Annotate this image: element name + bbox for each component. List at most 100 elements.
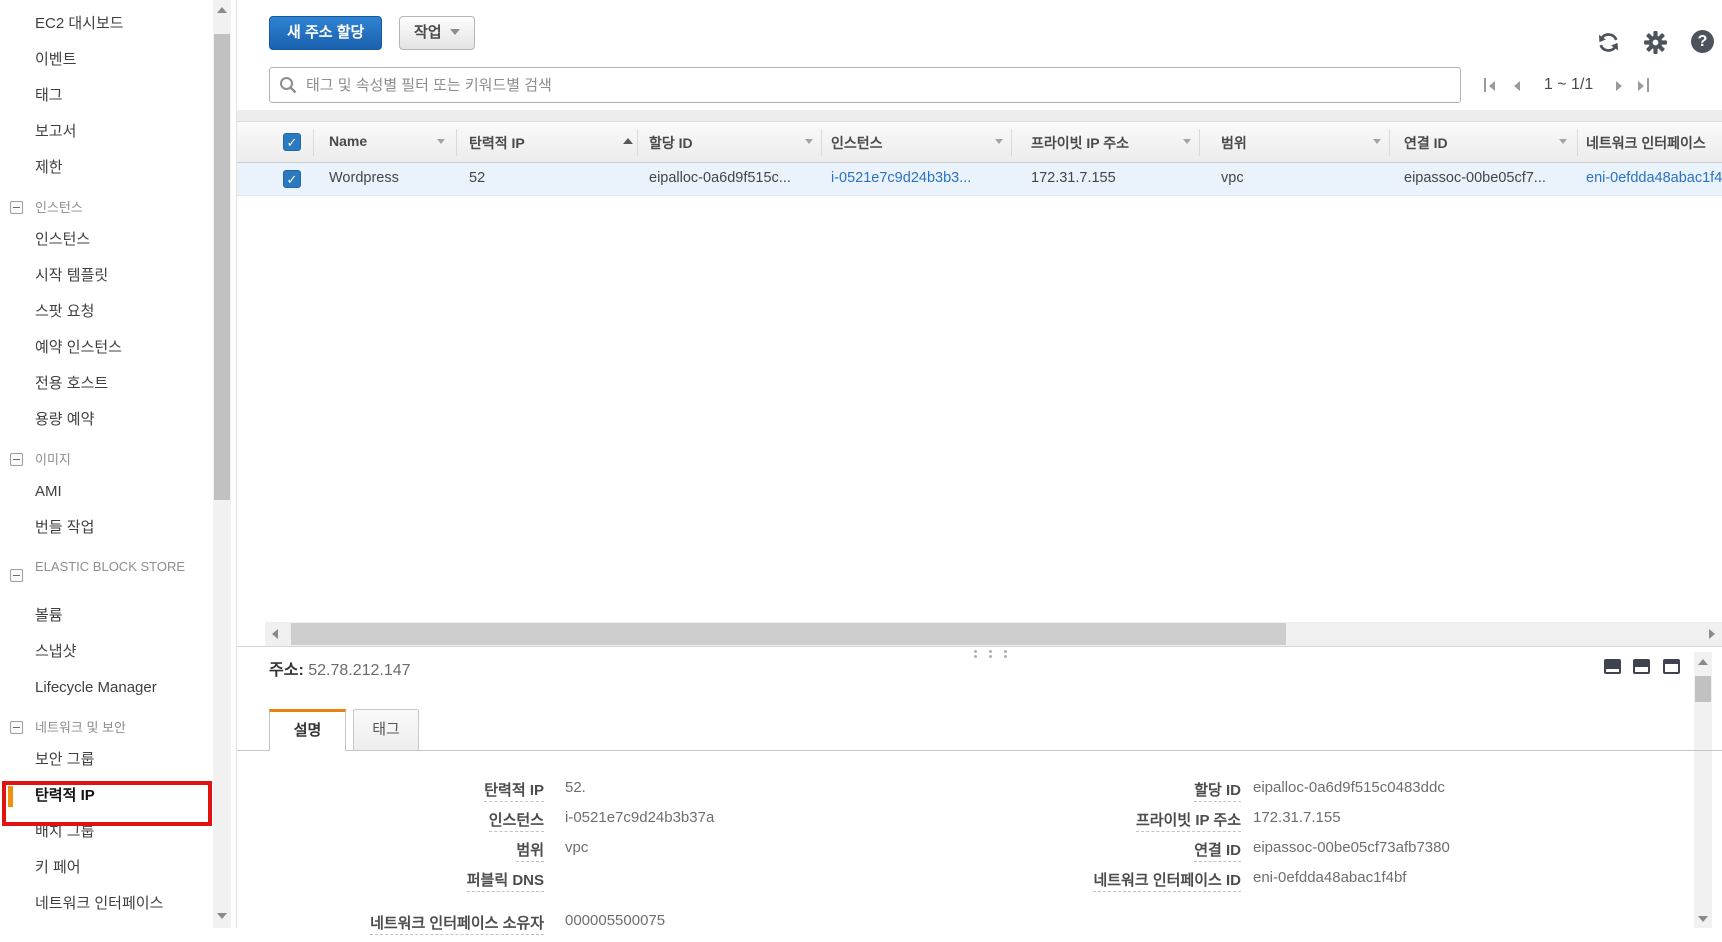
last-page-icon[interactable] [1634,74,1656,96]
filter-caret-icon[interactable] [437,139,445,144]
sidebar-item-volumes[interactable]: 볼륨 [0,598,236,634]
sidebar-section-network-security[interactable]: 네트워크 및 보안 [0,714,236,742]
gear-icon[interactable] [1643,30,1668,55]
field-value: eipassoc-00be05cf73afb7380 [1253,839,1450,856]
cell-private-ip: 172.31.7.155 [1031,170,1116,186]
sidebar-item-limits[interactable]: 제한 [0,150,236,186]
sidebar-item-dedicated-hosts[interactable]: 전용 호스트 [0,366,236,402]
sidebar-item-events[interactable]: 이벤트 [0,42,236,78]
select-all-checkbox[interactable]: ✓ [283,133,301,151]
table-top-strip [237,110,1722,122]
scroll-left-icon[interactable] [265,622,287,646]
help-icon[interactable]: ? [1691,30,1716,55]
sidebar-item-ec2-dashboard[interactable]: EC2 대시보드 [0,6,236,42]
sidebar-item-lifecycle-manager[interactable]: Lifecycle Manager [0,670,236,706]
column-header-network-interface[interactable]: 네트워크 인터페이스 [1586,133,1706,153]
collapse-section-icon[interactable] [10,569,23,582]
section-title: 네트워크 및 보안 [35,720,126,735]
tab-tags[interactable]: 태그 [353,709,419,751]
collapse-section-icon[interactable] [10,201,23,214]
search-input[interactable] [306,69,1446,101]
address-line: 주소: 52.78.212.147 [269,656,411,680]
sidebar-item-reserved-instances[interactable]: 예약 인스턴스 [0,330,236,366]
field-label: 네트워크 인터페이스 소유자 [370,915,544,935]
sidebar-item-key-pairs[interactable]: 키 페어 [0,850,236,886]
scroll-down-icon[interactable] [1694,908,1712,928]
panel-scrollbar-thumb[interactable] [1695,676,1711,702]
instance-link[interactable]: i-0521e7c9d24b3b37a [565,809,714,826]
panel-scrollbar[interactable] [1694,652,1712,928]
pane-resize-handle[interactable] [974,650,1010,658]
sidebar-item-snapshots[interactable]: 스냅샷 [0,634,236,670]
horizontal-scrollbar-thumb[interactable] [291,623,1286,645]
sidebar-section-instances[interactable]: 인스턴스 [0,194,236,222]
tab-description[interactable]: 설명 [269,709,346,751]
column-header-instance[interactable]: 인스턴스 [831,133,883,153]
sidebar-item-capacity-reservations[interactable]: 용량 예약 [0,402,236,438]
ec2-sidebar: EC2 대시보드 이벤트 태그 보고서 제한 인스턴스 인스턴스 시작 템플릿 … [0,0,236,928]
column-header-allocation-id[interactable]: 할당 ID [649,133,693,153]
column-header-name[interactable]: Name [329,133,367,149]
next-page-icon[interactable] [1608,74,1630,96]
collapse-section-icon[interactable] [10,453,23,466]
cell-scope: vpc [1221,170,1244,186]
field-value: 000005500075 [565,912,665,929]
cell-association-id: eipassoc-00be05cf7... [1404,170,1546,186]
actions-dropdown-button[interactable]: 작업 [399,16,475,50]
layout-bottom-pane-icon[interactable] [1604,659,1621,674]
collapse-section-icon[interactable] [10,721,23,734]
filter-caret-icon[interactable] [805,139,813,144]
sidebar-item-elastic-ip[interactable]: 탄력적 IP [0,778,236,814]
filter-caret-icon[interactable] [1559,139,1567,144]
sidebar-scrollbar[interactable] [213,0,231,928]
scroll-down-icon[interactable] [213,905,231,925]
row-checkbox[interactable]: ✓ [283,170,301,188]
sidebar-scrollbar-thumb[interactable] [214,34,230,500]
sidebar-item-reports[interactable]: 보고서 [0,114,236,150]
layout-full-pane-icon[interactable] [1663,659,1680,674]
column-header-elastic-ip[interactable]: 탄력적 IP [469,133,525,153]
sidebar-item-network-interfaces[interactable]: 네트워크 인터페이스 [0,886,236,922]
sidebar-item-launch-templates[interactable]: 시작 템플릿 [0,258,236,294]
sidebar-item-spot-requests[interactable]: 스팟 요청 [0,294,236,330]
table-row[interactable]: ✓ Wordpress 52 eipalloc-0a6d9f515c... i-… [237,163,1722,196]
cell-allocation-id: eipalloc-0a6d9f515c... [649,170,791,186]
field-value: vpc [565,839,588,856]
first-page-icon[interactable] [1481,74,1503,96]
refresh-icon[interactable] [1596,30,1621,55]
scroll-right-icon[interactable] [1701,622,1722,646]
allocate-new-address-button[interactable]: 새 주소 할당 [269,16,382,50]
field-label: 범위 [516,842,544,862]
filter-caret-icon[interactable] [1373,139,1381,144]
sort-ascending-icon[interactable] [623,138,633,144]
prev-page-icon[interactable] [1507,74,1529,96]
table-header: ✓ Name 탄력적 IP 할당 ID 인스턴스 프라이빗 IP 주소 범위 연… [237,122,1722,163]
column-header-scope[interactable]: 범위 [1221,133,1247,153]
column-header-private-ip[interactable]: 프라이빗 IP 주소 [1031,133,1129,153]
filter-caret-icon[interactable] [995,139,1003,144]
sidebar-item-instances[interactable]: 인스턴스 [0,222,236,258]
search-icon [279,76,297,94]
cell-instance-link[interactable]: i-0521e7c9d24b3b3... [831,170,971,186]
main-content: 새 주소 할당 작업 ? [236,0,1722,928]
sidebar-item-tags[interactable]: 태그 [0,78,236,114]
scroll-up-icon[interactable] [1694,652,1712,672]
filter-caret-icon[interactable] [1183,139,1191,144]
column-header-association-id[interactable]: 연결 ID [1404,133,1448,153]
layout-split-pane-icon[interactable] [1633,659,1650,674]
field-label: 탄력적 IP [484,782,544,802]
horizontal-scrollbar[interactable] [265,622,1722,646]
tab-underline [237,750,1722,751]
scroll-up-icon[interactable] [213,0,231,20]
sidebar-item-bundle-tasks[interactable]: 번들 작업 [0,510,236,546]
section-title: 인스턴스 [35,200,83,215]
sidebar-item-placement-groups[interactable]: 배치 그룹 [0,814,236,850]
chevron-down-icon [450,29,460,35]
sidebar-item-security-groups[interactable]: 보안 그룹 [0,742,236,778]
sidebar-section-images[interactable]: 이미지 [0,446,236,474]
address-label: 주소: [269,662,304,679]
sidebar-item-ami[interactable]: AMI [0,474,236,510]
sidebar-section-ebs[interactable]: ELASTIC BLOCK STORE [0,554,236,598]
cell-network-interface-link[interactable]: eni-0efdda48abac1f4bf [1586,170,1722,186]
field-label: 프라이빗 IP 주소 [1136,812,1241,832]
